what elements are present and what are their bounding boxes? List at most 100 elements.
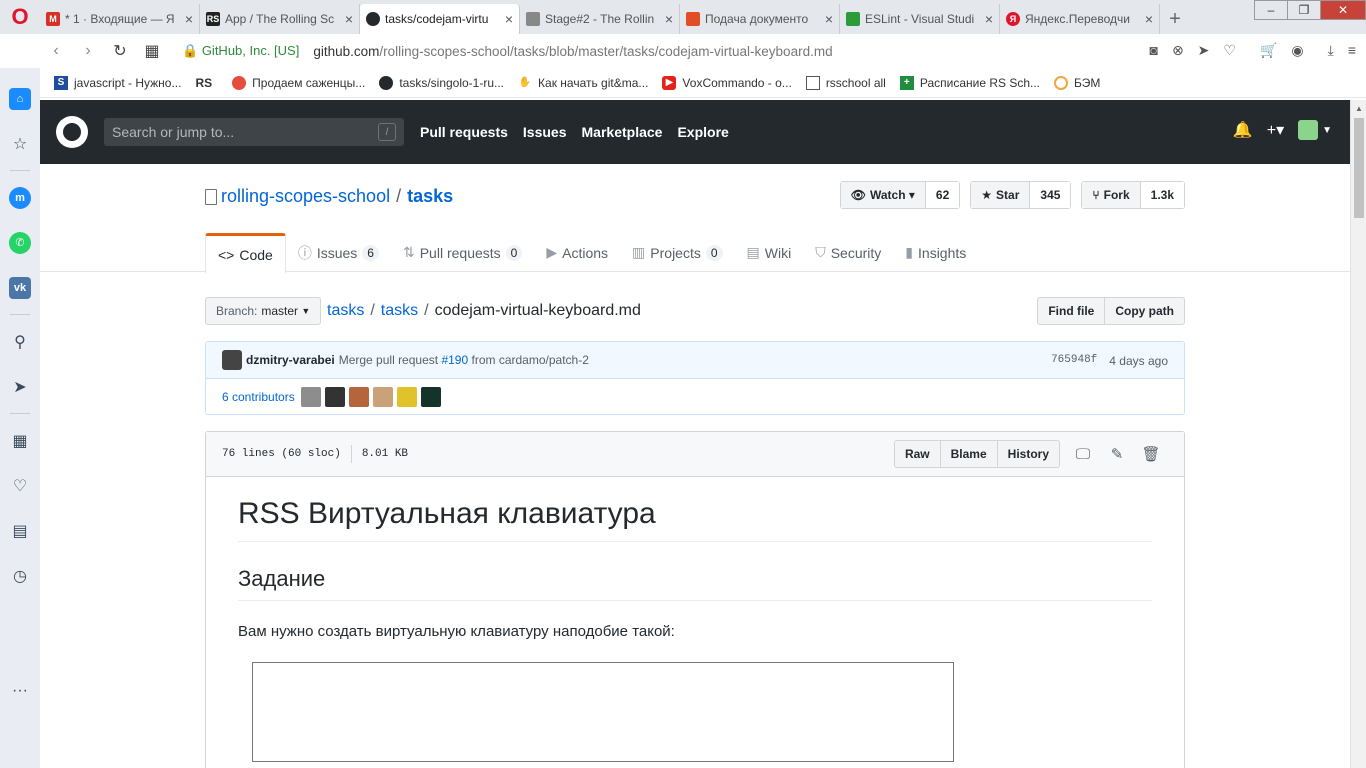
- bookmark-item[interactable]: ✋ Как начать git&ma...: [518, 76, 649, 90]
- back-icon[interactable]: ‹: [40, 42, 72, 60]
- minimize-button[interactable]: –: [1254, 0, 1288, 20]
- search-input[interactable]: Search or jump to... /: [104, 118, 404, 146]
- reload-icon[interactable]: ↻: [104, 41, 136, 61]
- tab-wiki[interactable]: ▤ Wiki: [735, 233, 804, 272]
- fork-count[interactable]: 1.3k: [1140, 182, 1184, 208]
- bookmark-item[interactable]: БЭМ: [1054, 75, 1100, 90]
- bookmark-item[interactable]: RS: [195, 76, 218, 90]
- avatar[interactable]: [222, 350, 242, 370]
- heart-icon[interactable]: ♡: [0, 463, 40, 508]
- search-icon[interactable]: ⚲: [0, 319, 40, 364]
- browser-tab-active[interactable]: tasks/codejam-virtu ×: [360, 4, 520, 34]
- bookmark-item[interactable]: + Расписание RS Sch...: [899, 75, 1040, 90]
- nav-issues[interactable]: Issues: [523, 124, 567, 140]
- repo-owner-link[interactable]: rolling-scopes-school: [221, 186, 390, 207]
- close-icon[interactable]: ×: [665, 11, 673, 27]
- commit-author-link[interactable]: dzmitry-varabei: [246, 353, 335, 367]
- browser-tab[interactable]: Stage#2 - The Rollin ×: [520, 4, 680, 34]
- browser-tab[interactable]: M * 1 · Входящие — Я ×: [40, 4, 200, 34]
- browser-tab[interactable]: Подача документо ×: [680, 4, 840, 34]
- pr-link[interactable]: #190: [441, 353, 468, 367]
- speed-dial-icon[interactable]: ▦: [136, 41, 168, 61]
- history-button[interactable]: History: [996, 440, 1060, 468]
- plus-dropdown-icon[interactable]: +▾: [1267, 120, 1284, 140]
- breadcrumb-root[interactable]: tasks: [327, 302, 364, 319]
- nav-explore[interactable]: Explore: [677, 124, 728, 140]
- close-icon[interactable]: ×: [185, 11, 193, 27]
- contributors-link[interactable]: 6 contributors: [222, 390, 295, 404]
- pencil-icon[interactable]: ✎: [1100, 440, 1134, 468]
- tab-actions[interactable]: ▶ Actions: [534, 233, 620, 272]
- avatar[interactable]: [372, 387, 393, 407]
- blame-button[interactable]: Blame: [939, 440, 998, 468]
- more-icon[interactable]: ···: [0, 668, 40, 713]
- commit-message[interactable]: Merge pull request #190 from cardamo/pat…: [339, 353, 589, 367]
- scrollbar-thumb[interactable]: [1354, 118, 1364, 218]
- camera-icon[interactable]: ◙: [1149, 42, 1157, 59]
- download-icon[interactable]: ⤓: [1328, 42, 1334, 59]
- page-scrollbar[interactable]: ▲: [1350, 100, 1366, 768]
- apps-icon[interactable]: ▦: [0, 418, 40, 463]
- extension-icon[interactable]: ◉: [1291, 42, 1303, 59]
- send-icon[interactable]: ➤: [0, 364, 40, 409]
- close-icon[interactable]: ×: [985, 11, 993, 27]
- home-icon[interactable]: ⌂: [0, 76, 40, 121]
- close-icon[interactable]: ×: [1145, 11, 1153, 27]
- avatar[interactable]: [348, 387, 369, 407]
- close-icon[interactable]: ×: [825, 11, 833, 27]
- send-icon[interactable]: ➤: [1198, 42, 1210, 59]
- avatar[interactable]: [396, 387, 417, 407]
- cart-icon[interactable]: 🛒: [1260, 42, 1277, 59]
- new-tab-button[interactable]: +: [1160, 4, 1190, 34]
- bookmark-item[interactable]: rsschool all: [805, 75, 886, 90]
- trash-icon[interactable]: 🗑: [1134, 440, 1168, 468]
- github-logo-icon[interactable]: [56, 116, 88, 148]
- browser-tab[interactable]: Я Яндекс.Переводчи ×: [1000, 4, 1160, 34]
- breadcrumb-dir[interactable]: tasks: [381, 302, 418, 319]
- vk-icon[interactable]: vk: [0, 265, 40, 310]
- history-icon[interactable]: ◷: [0, 553, 40, 598]
- tab-issues[interactable]: ⓘ Issues 6: [286, 233, 391, 272]
- avatar[interactable]: [300, 387, 321, 407]
- watch-count[interactable]: 62: [925, 182, 960, 208]
- scroll-up-icon[interactable]: ▲: [1351, 100, 1366, 116]
- tab-security[interactable]: ⛉ Security: [803, 233, 893, 272]
- adblock-icon[interactable]: ⊗: [1172, 42, 1184, 59]
- forward-icon[interactable]: ›: [72, 42, 104, 60]
- tab-pull-requests[interactable]: ⇅ Pull requests 0: [391, 233, 534, 272]
- bookmark-item[interactable]: tasks/singolo-1-ru...: [379, 75, 504, 90]
- watch-button[interactable]: 👁 Watch ▾: [840, 182, 926, 208]
- menu-icon[interactable]: ≡: [1348, 42, 1356, 59]
- heart-icon[interactable]: ♡: [1223, 42, 1236, 59]
- commit-sha-link[interactable]: 765948f: [1051, 354, 1097, 368]
- tab-projects[interactable]: ▥ Projects 0: [620, 233, 735, 272]
- bookmark-item[interactable]: Sjavascript - Нужно...: [54, 75, 181, 90]
- bookmark-item[interactable]: ▶ VoxCommando - o...: [662, 75, 792, 90]
- browser-tab[interactable]: ESLint - Visual Studi ×: [840, 4, 1000, 34]
- close-icon[interactable]: ×: [505, 11, 513, 27]
- branch-select-button[interactable]: Branch: master ▼: [205, 297, 322, 325]
- copy-path-button[interactable]: Copy path: [1104, 297, 1185, 325]
- nav-pull-requests[interactable]: Pull requests: [420, 124, 508, 140]
- messenger-icon[interactable]: m: [0, 175, 40, 220]
- star-count[interactable]: 345: [1030, 182, 1071, 208]
- opera-logo-icon[interactable]: O: [0, 0, 40, 34]
- close-icon[interactable]: ×: [345, 11, 353, 27]
- news-icon[interactable]: ▤: [0, 508, 40, 553]
- bookmarks-icon[interactable]: ☆: [0, 121, 40, 166]
- close-window-button[interactable]: ✕: [1320, 0, 1366, 20]
- avatar[interactable]: [324, 387, 345, 407]
- find-file-button[interactable]: Find file: [1037, 297, 1106, 325]
- bell-icon[interactable]: 🔔: [1233, 120, 1253, 140]
- tab-insights[interactable]: ▮ Insights: [893, 233, 978, 272]
- desktop-icon[interactable]: 🖵: [1066, 440, 1100, 468]
- url-field[interactable]: github.com/rolling-scopes-school/tasks/b…: [313, 44, 832, 59]
- secure-badge[interactable]: 🔒 GitHub, Inc. [US]: [182, 43, 299, 59]
- nav-marketplace[interactable]: Marketplace: [582, 124, 663, 140]
- user-menu[interactable]: ▼: [1298, 120, 1332, 140]
- whatsapp-icon[interactable]: ✆: [0, 220, 40, 265]
- fork-button[interactable]: ⑂ Fork: [1082, 182, 1141, 208]
- raw-button[interactable]: Raw: [893, 440, 941, 468]
- maximize-button[interactable]: ❐: [1287, 0, 1321, 20]
- avatar[interactable]: [420, 387, 441, 407]
